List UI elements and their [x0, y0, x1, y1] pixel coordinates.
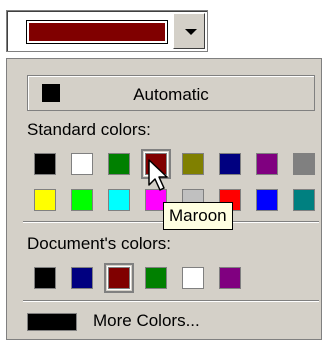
standard-color-swatch[interactable]: [256, 153, 278, 175]
document-color-swatch[interactable]: [145, 267, 167, 289]
standard-colors-label: Standard colors:: [27, 120, 151, 139]
standard-color-swatch[interactable]: [182, 153, 204, 175]
standard-color-swatch[interactable]: [34, 153, 56, 175]
standard-color-swatch[interactable]: [293, 153, 315, 175]
document-color-swatch[interactable]: [104, 263, 134, 293]
standard-color-swatch[interactable]: [34, 189, 56, 211]
more-colors-button[interactable]: More Colors...: [27, 311, 257, 335]
divider: [23, 300, 319, 302]
more-colors-label: More Colors...: [93, 311, 200, 330]
color-dropdown-panel: Automatic Standard colors: Document's co…: [6, 58, 322, 340]
dropdown-button[interactable]: [173, 13, 205, 49]
chevron-down-icon: [185, 29, 197, 35]
more-colors-swatch: [27, 313, 77, 331]
color-combo[interactable]: [6, 10, 208, 52]
document-color-swatch[interactable]: [71, 267, 93, 289]
standard-color-swatch[interactable]: [108, 153, 130, 175]
document-color-swatch[interactable]: [182, 267, 204, 289]
document-color-swatch[interactable]: [219, 267, 241, 289]
standard-color-swatch[interactable]: [256, 189, 278, 211]
current-color-swatch: [26, 20, 168, 44]
standard-color-swatch[interactable]: [293, 189, 315, 211]
standard-color-swatch[interactable]: [71, 153, 93, 175]
color-tooltip: Maroon: [163, 202, 233, 230]
arrow-pointer-icon: [148, 159, 168, 191]
document-colors-label: Document's colors:: [27, 234, 172, 253]
document-color-swatch[interactable]: [34, 267, 56, 289]
standard-color-swatch[interactable]: [71, 189, 93, 211]
automatic-label: Automatic: [133, 85, 209, 104]
standard-color-swatch[interactable]: [108, 189, 130, 211]
standard-color-swatch[interactable]: [219, 153, 241, 175]
automatic-button[interactable]: Automatic: [27, 75, 315, 111]
